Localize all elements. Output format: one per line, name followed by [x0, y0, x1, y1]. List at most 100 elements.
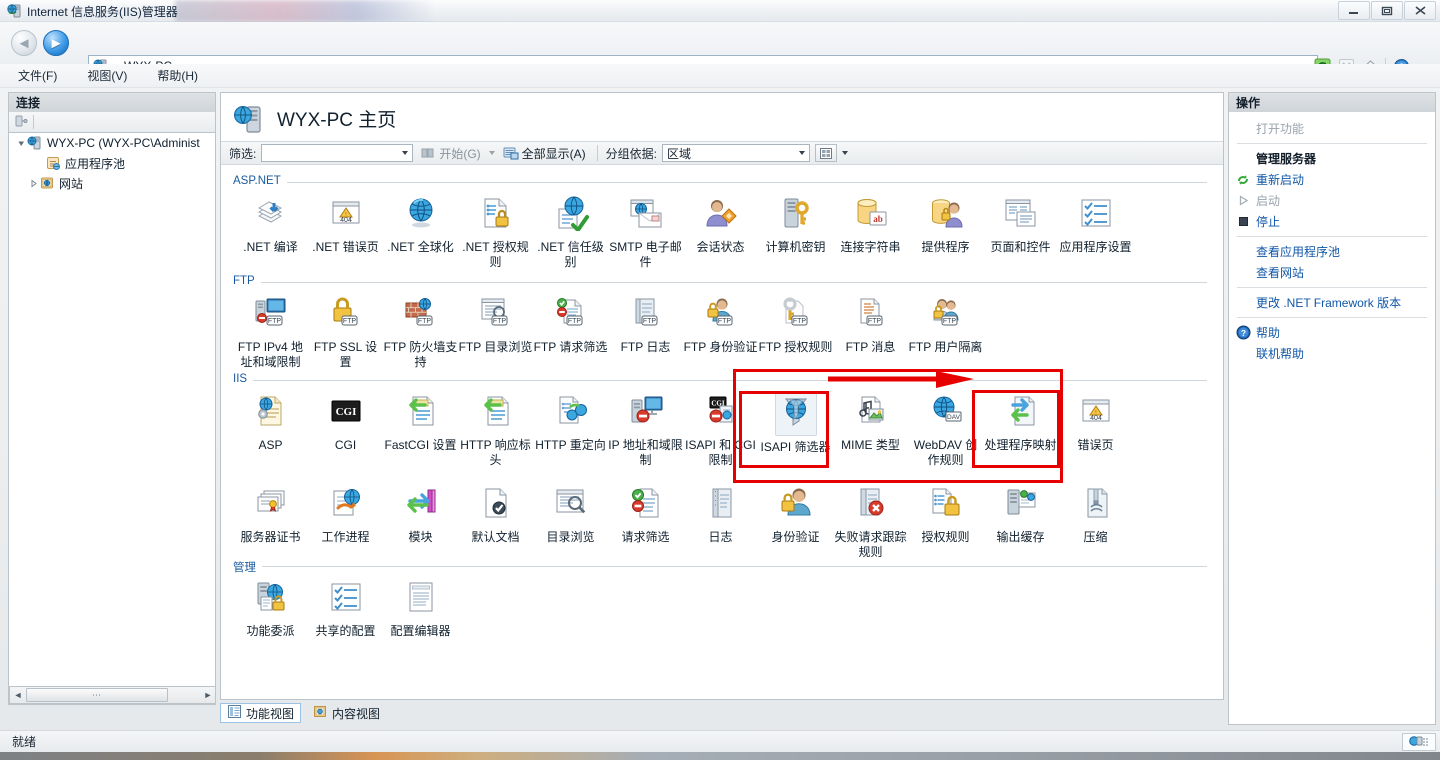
go-icon	[421, 148, 434, 158]
tile-machine-key[interactable]: 计算机密钥	[758, 193, 833, 255]
action-change-dotnet-framework-version[interactable]: 更改 .NET Framework 版本	[1229, 292, 1435, 313]
tile-net-compilation[interactable]: .NET 编译	[233, 193, 308, 255]
tree-node-app-pools-label: 应用程序池	[65, 156, 126, 171]
view-mode-button[interactable]	[815, 144, 838, 162]
tile-mime-types[interactable]: MIME 类型	[833, 391, 908, 453]
tile-ftp-authentication[interactable]: FTP FTP 身份验证	[683, 293, 758, 355]
tile-session-state[interactable]: 会话状态	[683, 193, 758, 255]
filter-input[interactable]	[261, 144, 414, 162]
tile-smtp-email[interactable]: SMTP 电子邮件	[608, 193, 683, 270]
chevron-down-icon[interactable]	[799, 151, 806, 155]
ftp-ipv4-restrictions-icon: FTP	[255, 298, 285, 326]
tile-compression[interactable]: 压缩	[1058, 483, 1133, 545]
tile-ftp-ipv4-restrictions[interactable]: FTP FTP IPv4 地址和域限制	[233, 293, 308, 370]
tile-logging[interactable]: 日志	[683, 483, 758, 545]
tile-providers[interactable]: 提供程序	[908, 193, 983, 255]
tile-request-filtering[interactable]: 请求筛选	[608, 483, 683, 545]
tile-connection-strings[interactable]: ab 连接字符串	[833, 193, 908, 255]
go-button[interactable]: 开始(G)	[418, 144, 483, 163]
connections-tree[interactable]: WYX-PC (WYX-PC\Administ 应用程序池 网站 ◄ ⋯ ►	[8, 132, 216, 705]
group-by-select[interactable]: 区域	[662, 144, 811, 162]
tile-webdav-authoring-rules[interactable]: DAV WebDAV 创作规则	[908, 391, 983, 468]
chevron-down-icon[interactable]	[15, 137, 27, 149]
tile-pages-and-controls[interactable]: 页面和控件	[983, 193, 1058, 255]
menu-file[interactable]: 文件(F)	[14, 65, 61, 86]
compression-icon	[1087, 488, 1107, 518]
tile-server-certificates[interactable]: 服务器证书	[233, 483, 308, 545]
scroll-right-icon[interactable]: ►	[200, 687, 215, 703]
tile-application-settings[interactable]: 应用程序设置	[1058, 193, 1133, 255]
action-view-app-pools[interactable]: 查看应用程序池	[1229, 241, 1435, 262]
tile-ftp-authorization-rules[interactable]: FTP FTP 授权规则	[758, 293, 833, 355]
tree-node-server[interactable]: WYX-PC (WYX-PC\Administ	[9, 133, 215, 153]
action-stop[interactable]: 停止	[1229, 211, 1435, 232]
tile-isapi-cgi-restrictions[interactable]: CGI ISAPI 和 CGI 限制	[683, 391, 758, 468]
tile-handler-mappings[interactable]: 处理程序映射	[983, 391, 1058, 453]
tab-content-view[interactable]: 内容视图	[307, 703, 386, 723]
tile-asp[interactable]: ASP	[233, 391, 308, 453]
tile-isapi-filters[interactable]: ISAPI 筛选器	[758, 391, 833, 455]
tile-http-response-headers[interactable]: HTTP 响应标头	[458, 391, 533, 468]
tile-configuration-editor[interactable]: 配置编辑器	[383, 577, 458, 639]
tile-ftp-logging[interactable]: FTP FTP 日志	[608, 293, 683, 355]
forward-button[interactable]: ►	[43, 30, 69, 56]
action-online-help[interactable]: 联机帮助	[1229, 343, 1435, 364]
tile-authentication[interactable]: 身份验证	[758, 483, 833, 545]
tree-node-sites-label: 网站	[59, 176, 84, 191]
minimize-button[interactable]	[1338, 1, 1370, 20]
tile-ftp-ssl-settings[interactable]: FTP FTP SSL 设置	[308, 293, 383, 370]
tree-node-sites[interactable]: 网站	[9, 173, 215, 193]
tile-ftp-directory-browsing[interactable]: FTP FTP 目录浏览	[458, 293, 533, 355]
tile-net-trust-levels[interactable]: .NET 信任级别	[533, 193, 608, 270]
scroll-left-icon[interactable]: ◄	[10, 687, 26, 703]
tile-default-document[interactable]: 默认文档	[458, 483, 533, 545]
close-button[interactable]	[1404, 1, 1436, 20]
tile-output-caching[interactable]: 输出缓存	[983, 483, 1058, 545]
handler-mappings-icon	[1010, 396, 1034, 426]
action-view-sites[interactable]: 查看网站	[1229, 262, 1435, 283]
tile-ftp-firewall-support[interactable]: FTP FTP 防火墙支持	[383, 293, 458, 370]
action-open-feature[interactable]: 打开功能	[1229, 118, 1435, 139]
tile-directory-browsing[interactable]: 目录浏览	[533, 483, 608, 545]
authorization-rules-icon	[932, 488, 959, 516]
connections-horizontal-scrollbar[interactable]: ◄ ⋯ ►	[9, 686, 215, 704]
svg-text:FTP: FTP	[942, 318, 956, 325]
spacer-icon	[1235, 265, 1251, 281]
tree-node-app-pools[interactable]: 应用程序池	[9, 153, 215, 173]
tile-net-error-pages[interactable]: ! 404 .NET 错误页	[308, 193, 383, 255]
tile-cgi[interactable]: CGI CGI	[308, 391, 383, 453]
tab-features-view[interactable]: 功能视图	[220, 703, 302, 723]
action-restart[interactable]: 重新启动	[1229, 169, 1435, 190]
group-management: 管理 功能委派 共享的配置 配置编辑器	[233, 559, 1207, 665]
tile-authorization-rules[interactable]: 授权规则	[908, 483, 983, 545]
tile-error-pages[interactable]: ! 404 错误页	[1058, 391, 1133, 453]
chevron-down-icon[interactable]	[402, 151, 409, 155]
menu-view[interactable]: 视图(V)	[83, 65, 131, 86]
chevron-right-icon[interactable]	[27, 177, 39, 189]
go-dropdown-chevron-down-icon[interactable]	[488, 151, 495, 155]
tile-ftp-request-filtering[interactable]: FTP FTP 请求筛选	[533, 293, 608, 355]
tile-worker-processes[interactable]: 工作进程	[308, 483, 383, 545]
tile-fastcgi-settings[interactable]: FastCGI 设置	[383, 391, 458, 453]
tile-shared-configuration[interactable]: 共享的配置	[308, 577, 383, 639]
tile-label: 页面和控件	[990, 240, 1051, 254]
show-all-button[interactable]: 全部显示(A)	[500, 144, 589, 163]
tile-feature-delegation[interactable]: 功能委派	[233, 577, 308, 639]
tile-net-globalization[interactable]: .NET 全球化	[383, 193, 458, 255]
tile-net-authorization-rules[interactable]: .NET 授权规则	[458, 193, 533, 270]
tile-failed-request-tracing[interactable]: 失败请求跟踪规则	[833, 483, 908, 560]
action-help[interactable]: ? 帮助	[1229, 322, 1435, 343]
back-button[interactable]: ◄	[11, 30, 37, 56]
menu-help[interactable]: 帮助(H)	[153, 65, 202, 86]
tile-ftp-messages[interactable]: FTP FTP 消息	[833, 293, 908, 355]
maximize-button[interactable]	[1371, 1, 1403, 20]
tile-label: 工作进程	[321, 530, 370, 544]
tile-modules[interactable]: 模块	[383, 483, 458, 545]
view-mode-chevron-down-icon[interactable]	[842, 151, 849, 155]
scrollbar-thumb[interactable]: ⋯	[26, 688, 168, 702]
tile-ip-address-restrictions[interactable]: IP 地址和域限制	[608, 391, 683, 468]
tile-ftp-user-isolation[interactable]: FTP FTP 用户隔离	[908, 293, 983, 355]
spacer-icon	[1235, 295, 1251, 311]
tile-http-redirect[interactable]: HTTP 重定向	[533, 391, 608, 453]
connect-icon[interactable]	[14, 114, 28, 131]
